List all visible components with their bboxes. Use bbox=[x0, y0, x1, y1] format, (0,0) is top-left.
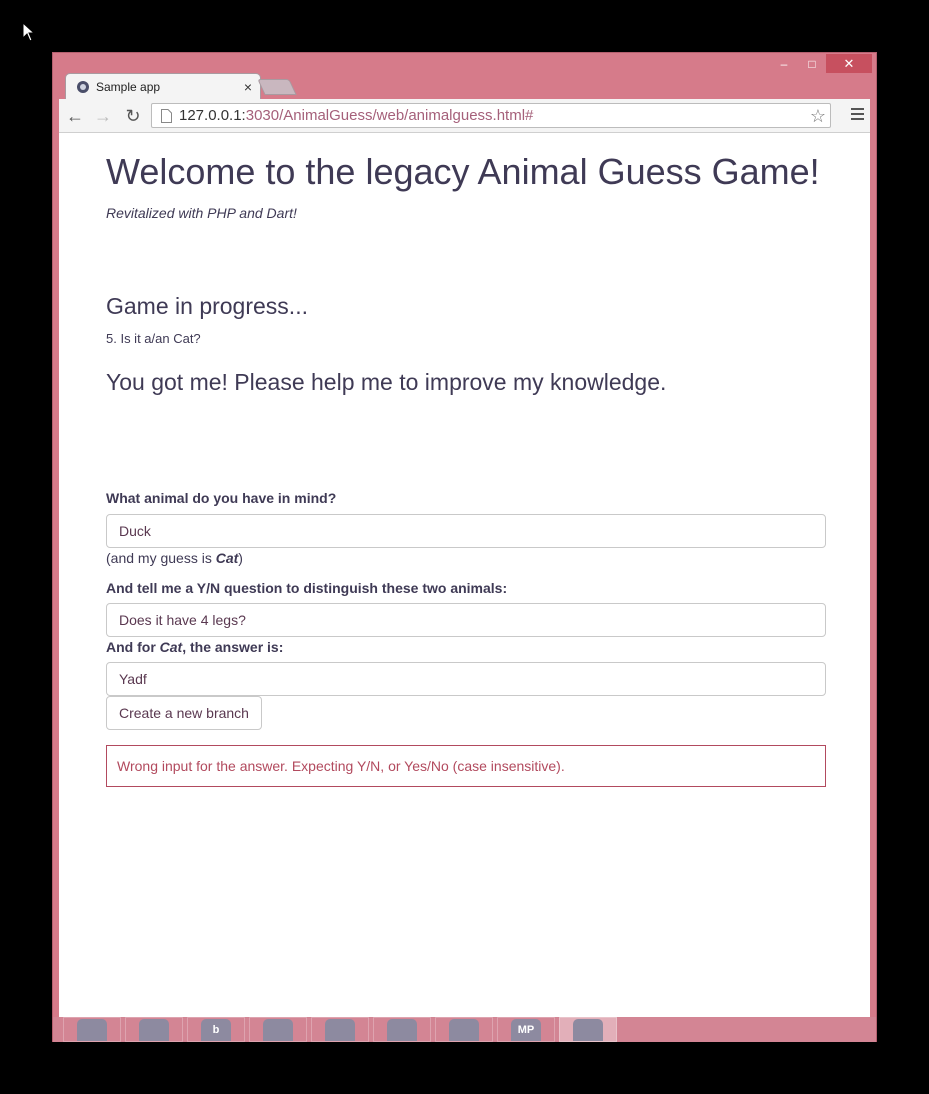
answer-input[interactable] bbox=[106, 662, 826, 696]
reload-icon[interactable]: ↻ bbox=[123, 106, 143, 126]
url-path: 3030/AnimalGuess/web/animalguess.html# bbox=[245, 107, 534, 124]
answer-label-suffix: , the answer is: bbox=[182, 639, 284, 655]
current-question: 5. Is it a/an Cat? bbox=[106, 331, 201, 346]
browser-toolbar: ← → ↻ 127.0.0.1: 3030/AnimalGuess/web/ani… bbox=[59, 99, 870, 133]
page-subtitle: Revitalized with PHP and Dart! bbox=[106, 205, 297, 221]
answer-label-prefix: And for bbox=[106, 639, 160, 655]
question-label: And tell me a Y/N question to distinguis… bbox=[106, 580, 508, 596]
answer-label-animal: Cat bbox=[159, 639, 183, 655]
guess-animal: Cat bbox=[215, 550, 239, 566]
forward-arrow-icon[interactable]: → bbox=[93, 106, 113, 126]
taskbar-item[interactable] bbox=[249, 1017, 307, 1042]
app-icon-8: MP bbox=[511, 1019, 541, 1041]
star-icon[interactable]: ☆ bbox=[810, 106, 826, 127]
url-host: 127.0.0.1: bbox=[179, 107, 246, 124]
maximize-button[interactable]: □ bbox=[798, 54, 826, 73]
answer-label: And for Cat, the answer is: bbox=[106, 639, 283, 655]
app-icon-9 bbox=[573, 1019, 603, 1041]
app-icon-5 bbox=[325, 1019, 355, 1041]
app-icon-1 bbox=[77, 1019, 107, 1041]
guess-note: (and my guess is Cat) bbox=[106, 550, 243, 566]
question-input[interactable] bbox=[106, 603, 826, 637]
address-bar[interactable]: 127.0.0.1: 3030/AnimalGuess/web/animalgue… bbox=[151, 103, 831, 128]
guess-prefix: (and my guess is bbox=[106, 550, 216, 566]
app-icon-2 bbox=[139, 1019, 169, 1041]
tab-close-icon[interactable]: × bbox=[244, 79, 252, 95]
back-arrow-icon[interactable]: ← bbox=[65, 106, 85, 126]
create-branch-button[interactable]: Create a new branch bbox=[106, 696, 262, 730]
app-icon-7 bbox=[449, 1019, 479, 1041]
new-tab-button[interactable] bbox=[257, 79, 297, 95]
taskbar-item[interactable]: b bbox=[187, 1017, 245, 1042]
animal-label: What animal do you have in mind? bbox=[106, 490, 337, 506]
tab-title: Sample app bbox=[96, 79, 161, 94]
taskbar: b MP bbox=[53, 1017, 876, 1042]
animal-input[interactable] bbox=[106, 514, 826, 548]
page-title: Welcome to the legacy Animal Guess Game! bbox=[106, 151, 820, 192]
taskbar-item[interactable] bbox=[559, 1017, 617, 1042]
guess-suffix: ) bbox=[238, 550, 243, 566]
menu-icon[interactable] bbox=[851, 108, 864, 123]
taskbar-item[interactable] bbox=[125, 1017, 183, 1042]
app-icon-3: b bbox=[201, 1019, 231, 1041]
taskbar-item[interactable]: MP bbox=[497, 1017, 555, 1042]
error-alert: Wrong input for the answer. Expecting Y/… bbox=[106, 745, 826, 787]
got-me-heading: You got me! Please help me to improve my… bbox=[106, 369, 667, 395]
taskbar-item[interactable] bbox=[435, 1017, 493, 1042]
taskbar-item[interactable] bbox=[63, 1017, 121, 1042]
app-icon-4 bbox=[263, 1019, 293, 1041]
minimize-button[interactable]: – bbox=[770, 54, 798, 73]
browser-tab[interactable]: Sample app × bbox=[65, 73, 261, 99]
window-controls: – □ ✕ bbox=[770, 54, 872, 74]
taskbar-item[interactable] bbox=[311, 1017, 369, 1042]
browser-window: – □ ✕ Sample app × ← → ↻ 127.0.0.1: 3030/… bbox=[52, 52, 877, 1042]
taskbar-item[interactable] bbox=[373, 1017, 431, 1042]
game-status: Game in progress... bbox=[106, 293, 308, 319]
page-icon bbox=[161, 108, 172, 123]
page-viewport: Welcome to the legacy Animal Guess Game!… bbox=[59, 133, 870, 1017]
favicon-icon bbox=[77, 80, 89, 93]
close-window-button[interactable]: ✕ bbox=[826, 54, 872, 73]
app-icon-6 bbox=[387, 1019, 417, 1041]
